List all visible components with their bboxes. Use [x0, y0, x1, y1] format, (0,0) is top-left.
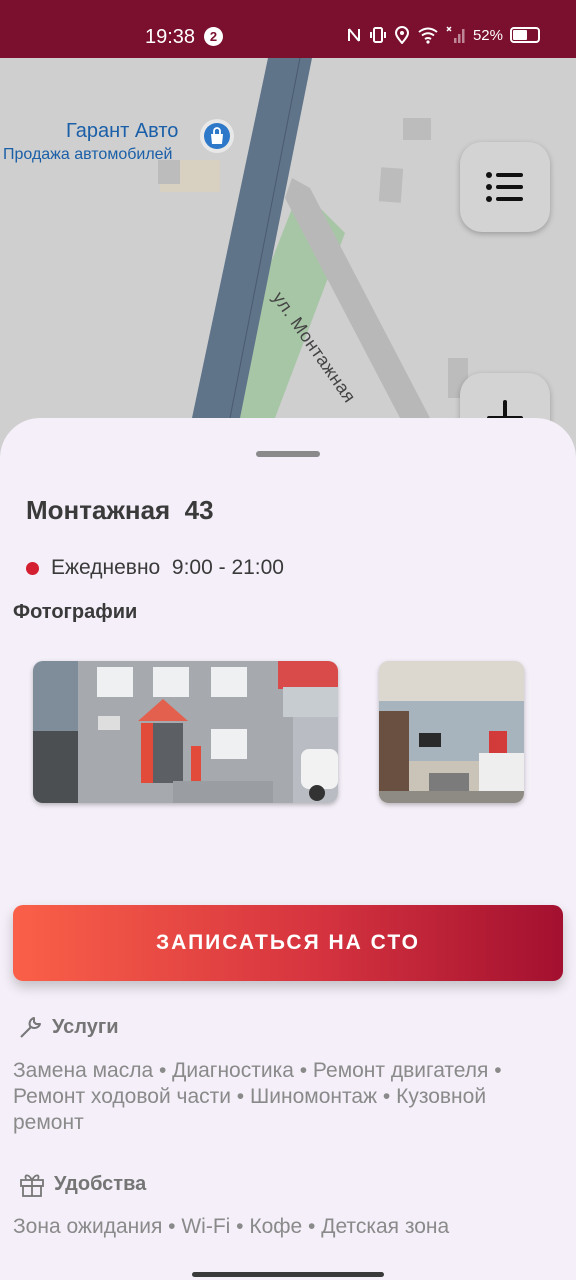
location-icon	[394, 26, 409, 44]
services-header: Услуги	[18, 1014, 119, 1040]
battery-percent: 52%	[472, 26, 503, 44]
amenities-label: Удобства	[54, 1172, 147, 1195]
list-icon	[486, 172, 523, 202]
amenities-list: Зона ожидания • Wi-Fi • Кофе • Детская з…	[13, 1215, 450, 1238]
place-bottom-sheet[interactable]: Монтажная 43 Ежедневно 9:00 - 21:00 Фото…	[0, 418, 576, 1280]
list-view-button[interactable]	[460, 142, 550, 232]
gift-icon	[20, 1174, 44, 1197]
amenities-header: Удобства	[18, 1170, 146, 1198]
photos-label: Фотографии	[13, 601, 138, 623]
sheet-drag-handle[interactable]	[256, 451, 320, 457]
battery-icon	[510, 27, 540, 43]
shopping-bag-pin-icon[interactable]	[198, 118, 236, 158]
book-service-button[interactable]: ЗАПИСАТЬСЯ НА СТО	[13, 905, 563, 981]
status-dot	[26, 561, 39, 575]
gesture-nav-bar[interactable]	[192, 1272, 384, 1277]
notification-badge: 2	[204, 27, 223, 46]
services-label: Услуги	[52, 1015, 119, 1038]
vibrate-icon	[369, 27, 386, 43]
photo-building[interactable]	[33, 661, 338, 803]
wrench-icon	[20, 1017, 41, 1038]
photo-building-image	[33, 661, 338, 803]
hours-text: Ежедневно 9:00 - 21:00	[51, 556, 284, 579]
status-time: 19:38	[145, 26, 196, 48]
nfc-icon	[347, 28, 360, 42]
status-icons: 52%	[346, 26, 540, 44]
poi-title[interactable]: Гарант Авто	[66, 120, 178, 143]
place-title: Монтажная 43	[26, 495, 214, 525]
signal-icon	[446, 26, 465, 43]
wifi-icon	[418, 27, 438, 44]
poi-subtitle[interactable]: Продажа автомобилей	[3, 146, 173, 164]
services-list: Замена масла • Диагностика • Ремонт двиг…	[13, 1059, 502, 1134]
status-bar: 19:38 2 52%	[0, 0, 576, 58]
hours-row: Ежедневно 9:00 - 21:00	[26, 556, 284, 580]
photo-interior[interactable]	[379, 661, 524, 803]
photo-interior-image	[379, 661, 524, 803]
